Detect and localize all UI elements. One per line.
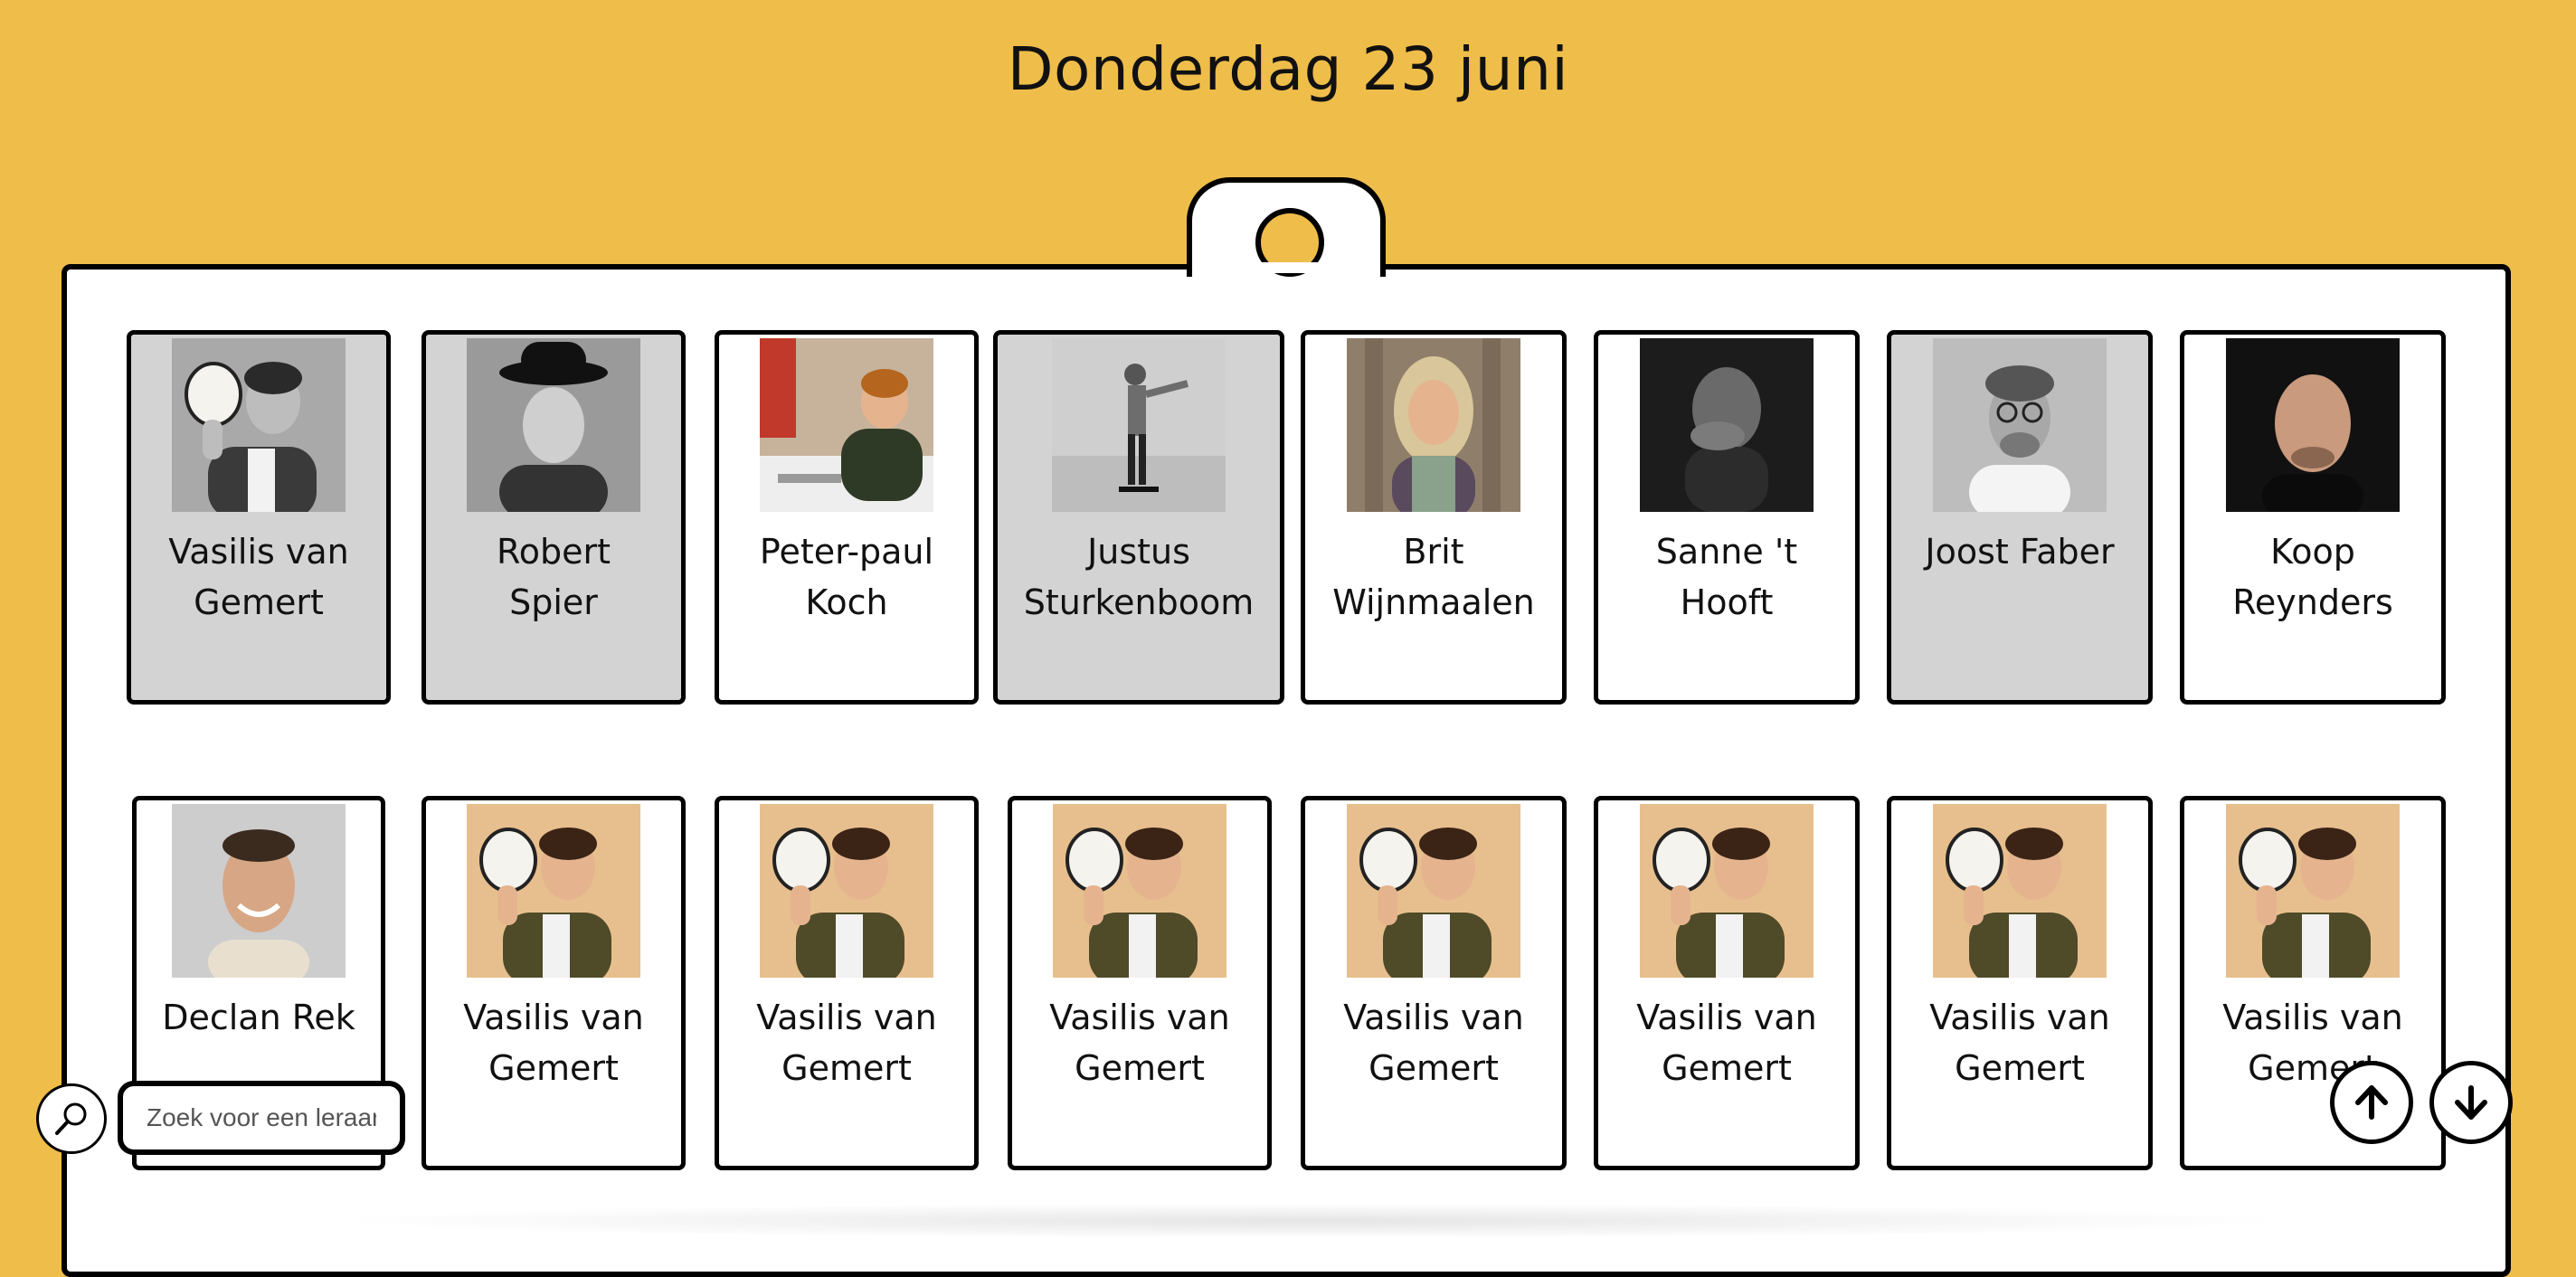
teacher-name-line: Brit — [1403, 532, 1464, 572]
man-with-glasses-photo — [1933, 338, 2107, 512]
teacher-name: Vasilis van Gemert — [1598, 992, 1855, 1093]
teacher-name-line: Vasilis van — [1929, 998, 2110, 1037]
man-holding-hat-photo — [760, 804, 933, 978]
teacher-name-line: Gemert — [1662, 1048, 1792, 1088]
teacher-name-line: Gemert — [1368, 1048, 1499, 1088]
teacher-card[interactable]: Vasilis van Gemert — [1008, 796, 1272, 1170]
teacher-name-line: Vasilis van — [168, 532, 349, 572]
teacher-card[interactable]: Koop Reynders — [2180, 330, 2446, 705]
teacher-name-line: Wijnmaalen — [1332, 582, 1535, 622]
board-shadow — [326, 1203, 2297, 1239]
teacher-name-line: Gemert — [1075, 1048, 1205, 1088]
man-holding-hat-photo — [2226, 804, 2400, 978]
teacher-name: Brit Wijnmaalen — [1305, 526, 1562, 628]
teacher-name: Robert Spier — [426, 526, 681, 628]
teacher-name: Koop Reynders — [2184, 526, 2441, 628]
teacher-name-line: Gemert — [1955, 1048, 2085, 1088]
teacher-name-line: Vasilis van — [1343, 998, 1524, 1037]
teacher-name-line: Gemert — [488, 1048, 619, 1088]
teacher-name-line: Peter-paul — [759, 532, 934, 572]
teacher-name-line: Robert — [497, 532, 611, 572]
teacher-card[interactable]: Peter-paul Koch — [715, 330, 979, 705]
teacher-name-line: Justus — [1087, 532, 1190, 572]
man-holding-hat-photo — [1053, 804, 1226, 978]
bald-man-dark-photo — [2226, 338, 2400, 512]
teacher-card[interactable]: Vasilis van Gemert — [1301, 796, 1567, 1170]
arrow-up-icon — [2355, 1085, 2388, 1120]
teacher-card[interactable]: Vasilis van Gemert — [715, 796, 979, 1170]
teacher-name: Joost Faber — [1891, 526, 2148, 577]
teacher-name-line: Sturkenboom — [1023, 582, 1255, 622]
teacher-card[interactable]: Sanne 't Hooft — [1594, 330, 1860, 705]
teacher-name-line: Joost Faber — [1925, 532, 2115, 572]
man-holding-hat-photo — [1933, 804, 2107, 978]
teacher-name: Peter-paul Koch — [719, 526, 974, 628]
teacher-card[interactable]: Vasilis van Gemert — [1887, 796, 2153, 1170]
man-holding-hat-photo — [467, 804, 640, 978]
man-at-desk-photo — [760, 338, 933, 512]
teacher-name-line: Koch — [805, 582, 888, 622]
teacher-name: Vasilis van Gemert — [719, 992, 974, 1093]
teacher-name-line: Sanne 't — [1655, 532, 1798, 572]
teacher-name: Sanne 't Hooft — [1598, 526, 1855, 628]
teacher-name-line: Vasilis van — [1636, 998, 1817, 1037]
search-icon — [55, 1102, 87, 1135]
man-hand-on-face-photo — [1640, 338, 1814, 512]
search-input[interactable] — [118, 1081, 405, 1155]
teacher-name-line: Vasilis van — [2222, 998, 2403, 1037]
search-button[interactable] — [36, 1083, 107, 1154]
teacher-name-line: Gemert — [194, 582, 324, 622]
teacher-name-line: Reynders — [2232, 582, 2393, 622]
scroll-up-button[interactable] — [2330, 1061, 2413, 1144]
teacher-name: Vasilis van Gemert — [1012, 992, 1267, 1093]
teacher-name: Vasilis van Gemert — [131, 526, 386, 628]
scroll-down-button[interactable] — [2429, 1061, 2513, 1144]
teacher-card[interactable]: Vasilis van Gemert — [421, 796, 686, 1170]
teacher-name-line: Koop — [2270, 532, 2355, 572]
teacher-name: Declan Rek — [137, 992, 381, 1043]
teacher-card[interactable]: Joost Faber — [1887, 330, 2153, 705]
teacher-card[interactable]: Robert Spier — [421, 330, 686, 705]
teacher-name-line: Gemert — [781, 1048, 912, 1088]
teacher-name-line: Spier — [509, 582, 598, 622]
teacher-name: Justus Sturkenboom — [998, 526, 1280, 628]
smiling-man-photo — [172, 804, 346, 978]
teacher-card[interactable]: Brit Wijnmaalen — [1301, 330, 1567, 705]
man-with-black-hat-photo — [467, 338, 640, 512]
teacher-name: Vasilis van Gemert — [1891, 992, 2148, 1093]
man-holding-hat-photo — [1640, 804, 1814, 978]
man-skateboarding-photo — [1052, 338, 1226, 512]
teacher-name-line: Vasilis van — [1049, 998, 1230, 1037]
teacher-name: Vasilis van Gemert — [1305, 992, 1562, 1093]
teacher-name-line: Hooft — [1680, 582, 1774, 622]
teacher-name-line: Vasilis van — [756, 998, 937, 1037]
man-holding-hat-photo — [1347, 804, 1520, 978]
teacher-card[interactable]: Vasilis van Gemert — [1594, 796, 1860, 1170]
teacher-card[interactable]: Vasilis van Gemert — [127, 330, 391, 705]
teacher-name: Vasilis van Gemert — [426, 992, 681, 1093]
teacher-name-line: Declan Rek — [162, 998, 355, 1037]
arrow-down-icon — [2455, 1085, 2487, 1120]
tab-joint — [1192, 262, 1380, 273]
page-title: Donderdag 23 juni — [1007, 34, 1569, 104]
man-holding-hat-photo — [172, 338, 346, 512]
teacher-card[interactable]: Justus Sturkenboom — [993, 330, 1284, 705]
teacher-name-line: Vasilis van — [463, 998, 644, 1037]
woman-smiling-photo — [1347, 338, 1520, 512]
